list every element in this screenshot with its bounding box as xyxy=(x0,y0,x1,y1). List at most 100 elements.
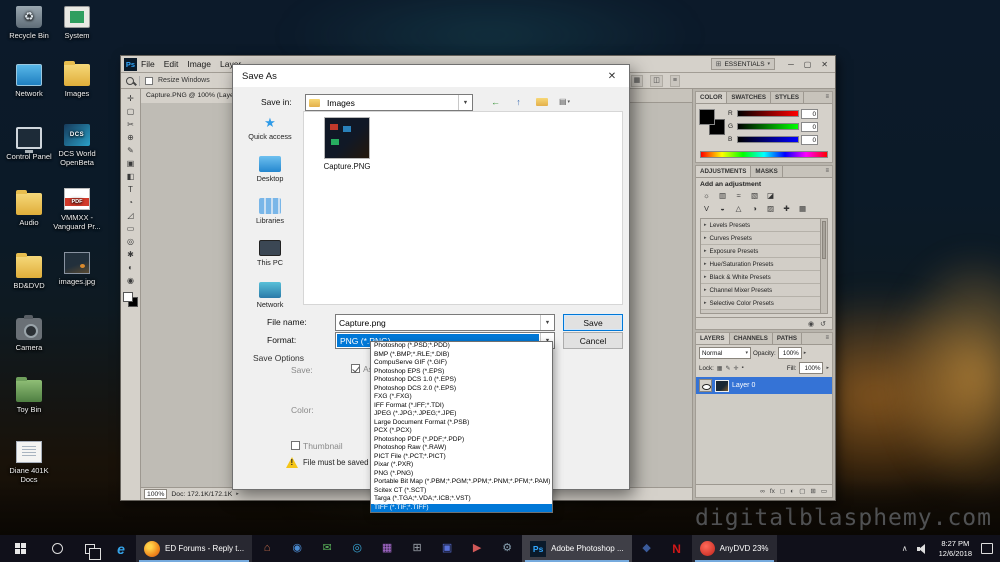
desktop-icon[interactable]: Toy Bin xyxy=(2,377,56,414)
desktop-icon[interactable]: images.jpg xyxy=(50,252,104,286)
foreground-color-swatch[interactable] xyxy=(123,292,133,302)
lock-option-icon[interactable]: ▪ xyxy=(742,365,744,371)
lock-option-icon[interactable]: ✎ xyxy=(725,365,730,372)
close-button[interactable]: ✕ xyxy=(816,60,833,69)
blend-mode-select[interactable]: Normal ▾ xyxy=(699,347,751,359)
save-button[interactable]: Save xyxy=(563,314,623,331)
places-sidebar-item[interactable]: Network xyxy=(239,279,301,321)
panel-menu-icon[interactable]: ≡ xyxy=(822,333,832,344)
format-option[interactable]: BMP (*.BMP;*.RLE;*.DIB) xyxy=(371,351,552,360)
color-spectrum-bar[interactable] xyxy=(700,151,828,158)
lock-option-icon[interactable]: ✛ xyxy=(734,365,739,372)
format-option[interactable]: Scitex CT (*.SCT) xyxy=(371,487,552,496)
tool-icon[interactable]: ⊕ xyxy=(123,131,139,144)
taskbar-pinned-app[interactable]: ▦ xyxy=(372,543,402,554)
desktop-icon[interactable]: Images xyxy=(50,61,104,98)
panel-menu-icon[interactable]: ≡ xyxy=(822,166,832,177)
expand-arrow-icon[interactable]: ▸ xyxy=(704,274,707,280)
tool-icon[interactable]: ▣ xyxy=(123,157,139,170)
document-tab[interactable]: Capture.PNG @ 100% (Layer 0 xyxy=(141,89,233,103)
format-option[interactable]: Photoshop DCS 1.0 (*.EPS) xyxy=(371,376,552,385)
cancel-button[interactable]: Cancel xyxy=(563,332,623,349)
taskbar-pinned-app[interactable]: ▣ xyxy=(432,543,462,554)
menu-item[interactable]: Image xyxy=(187,59,211,69)
tool-icon[interactable]: ◧ xyxy=(123,170,139,183)
color-swatch-pair[interactable] xyxy=(699,109,725,135)
panel-footer-icon[interactable]: ↺ xyxy=(820,320,826,328)
tool-icon[interactable]: ✂ xyxy=(123,118,139,131)
view-menu-button[interactable]: ▤ ▾ xyxy=(556,94,573,109)
panel-tab[interactable]: STYLES xyxy=(771,92,805,103)
format-option[interactable]: PCX (*.PCX) xyxy=(371,427,552,436)
expand-arrow-icon[interactable]: ▸ xyxy=(704,287,707,293)
taskbar-pinned-app[interactable]: ⊞ xyxy=(402,543,432,554)
new-folder-button[interactable] xyxy=(533,94,550,109)
fill-field[interactable]: 100% xyxy=(799,362,824,374)
taskbar-pinned-app[interactable]: ◎ xyxy=(342,543,372,554)
format-option[interactable]: Photoshop Raw (*.RAW) xyxy=(371,444,552,453)
places-sidebar-item[interactable]: Libraries xyxy=(239,195,301,237)
panel-menu-icon[interactable]: ≡ xyxy=(822,92,832,103)
panel-tab[interactable]: COLOR xyxy=(696,92,728,103)
format-option[interactable]: PICT File (*.PCT;*.PICT) xyxy=(371,453,552,462)
channel-value-field[interactable]: 0 xyxy=(801,108,818,119)
desktop-icon[interactable]: Network xyxy=(2,64,56,98)
format-option[interactable]: Portable Bit Map (*.PBM;*.PGM;*.PPM;*.PN… xyxy=(371,478,552,487)
taskbar-pinned-app[interactable]: ⌂ xyxy=(252,543,282,554)
places-sidebar-item[interactable]: This PC xyxy=(239,237,301,279)
format-option[interactable]: Pixar (*.PXR) xyxy=(371,461,552,470)
expand-arrow-icon[interactable]: ▸ xyxy=(704,235,707,241)
task-view-button[interactable] xyxy=(74,535,106,562)
channel-slider[interactable] xyxy=(737,123,799,130)
format-option[interactable]: TIFF (*.TIF;*.TIFF) xyxy=(371,503,552,512)
tool-icon[interactable]: ✱ xyxy=(123,248,139,261)
adjustment-icon[interactable]: ▧ xyxy=(748,190,761,201)
channel-slider[interactable] xyxy=(737,136,799,143)
preset-row[interactable]: ▸ Hue/Saturation Presets xyxy=(701,258,820,271)
layer-thumbnail[interactable] xyxy=(715,379,729,392)
menu-item[interactable]: File xyxy=(141,59,155,69)
chevron-down-icon[interactable]: ▼ xyxy=(540,315,554,330)
adjustment-icon[interactable]: V xyxy=(700,203,713,214)
places-sidebar-item[interactable]: Desktop xyxy=(239,153,301,195)
maximize-button[interactable]: ▢ xyxy=(799,60,817,69)
taskbar-pinned-app[interactable]: ✉ xyxy=(312,543,342,554)
chevron-right-icon[interactable]: ▸ xyxy=(804,350,807,356)
expand-arrow-icon[interactable]: ▸ xyxy=(704,261,707,267)
format-option[interactable]: Photoshop EPS (*.EPS) xyxy=(371,368,552,377)
zoom-level-field[interactable]: 100% xyxy=(144,489,168,499)
desktop-icon[interactable]: Recycle Bin xyxy=(2,6,56,40)
preset-row[interactable]: ▸ Black & White Presets xyxy=(701,271,820,284)
volume-icon[interactable] xyxy=(916,543,930,554)
desktop-icon[interactable]: System xyxy=(50,6,104,40)
places-sidebar-item[interactable]: Quick access xyxy=(239,111,301,153)
opacity-field[interactable]: 100% xyxy=(777,347,802,359)
panel-tab[interactable]: PATHS xyxy=(773,333,802,344)
lock-option-icon[interactable]: ▦ xyxy=(717,365,723,372)
resize-windows-checkbox[interactable] xyxy=(145,76,153,85)
format-option[interactable]: PNG (*.PNG) xyxy=(371,470,552,479)
presets-scrollbar[interactable] xyxy=(820,219,827,313)
expand-arrow-icon[interactable]: ▸ xyxy=(704,222,707,228)
file-item[interactable]: Capture.PNG xyxy=(316,117,378,171)
layers-footer-icon[interactable]: ◐ xyxy=(790,488,794,495)
action-center-icon[interactable] xyxy=(981,543,993,554)
tool-icon[interactable]: ◔ xyxy=(123,196,139,209)
minimize-button[interactable]: ─ xyxy=(783,60,799,69)
format-option[interactable]: Photoshop PDF (*.PDF;*.PDP) xyxy=(371,436,552,445)
panel-tab[interactable]: SWATCHES xyxy=(727,92,771,103)
format-option[interactable]: CompuServe GIF (*.GIF) xyxy=(371,359,552,368)
chevron-down-icon[interactable]: ▼ xyxy=(458,95,472,110)
desktop-icon[interactable]: VMMXX - Vanguard Pr... xyxy=(50,188,104,232)
adjustment-icon[interactable]: ▦ xyxy=(796,203,809,214)
adjustment-icon[interactable]: ✚ xyxy=(780,203,793,214)
adjustment-icon[interactable]: ◪ xyxy=(764,190,777,201)
file-list[interactable]: Capture.PNG xyxy=(303,111,623,305)
tool-icon[interactable]: ✎ xyxy=(123,144,139,157)
taskbar-pinned-app[interactable]: ◉ xyxy=(282,543,312,554)
layers-footer-icon[interactable]: fx xyxy=(770,488,775,495)
layer-row-selected[interactable]: Layer 0 xyxy=(696,377,832,394)
adjustment-icon[interactable]: ≈ xyxy=(732,190,745,201)
save-in-select[interactable]: Images ▼ xyxy=(305,94,473,111)
expand-arrow-icon[interactable]: ▸ xyxy=(704,248,707,254)
